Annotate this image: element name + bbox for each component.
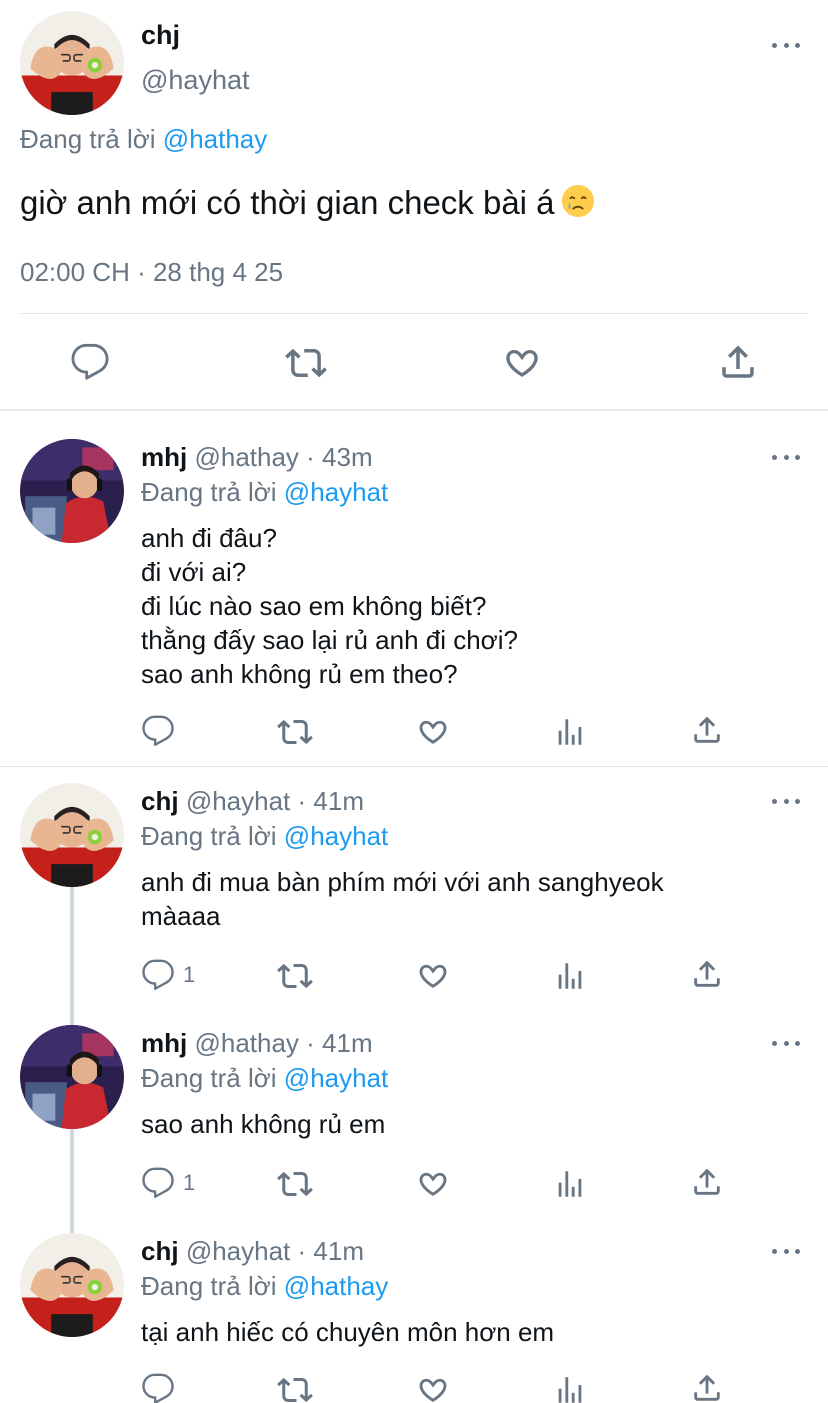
tweet-actions: 1	[0, 956, 828, 996]
analytics-icon[interactable]	[553, 959, 587, 993]
reply-header: chj @hayhat · 41m	[141, 786, 364, 817]
crying-face-icon	[561, 184, 594, 218]
reply-line: thằng đấy sao lại rủ anh đi chơi?	[141, 625, 518, 655]
more-icon[interactable]	[772, 796, 800, 806]
retweet-icon[interactable]	[277, 1166, 313, 1202]
reply-icon[interactable]	[70, 342, 110, 382]
reply-text: tại anh hiếc có chuyên môn hơn em	[141, 1315, 554, 1349]
retweet-icon[interactable]	[277, 958, 313, 994]
replying-prefix: Đang trả lời	[20, 124, 156, 154]
like-icon[interactable]	[415, 1372, 451, 1403]
reply-header: mhj @hathay · 43m	[141, 442, 373, 473]
like-icon[interactable]	[415, 714, 451, 750]
replying-prefix: Đang trả lời	[141, 821, 277, 851]
share-icon[interactable]	[690, 1371, 724, 1403]
section-divider	[0, 409, 828, 411]
reply-icon[interactable]: 1	[141, 1166, 195, 1200]
replying-to-link[interactable]: @hathay	[163, 124, 267, 154]
reply-tweet[interactable]: chj @hayhat · 41m Đang trả lời @hathay t…	[0, 1224, 828, 1403]
reply-tweet[interactable]: mhj @hathay · 41m Đang trả lời @hayhat s…	[0, 1016, 828, 1226]
reply-header: chj @hayhat · 41m	[141, 1236, 364, 1267]
display-name[interactable]: mhj	[141, 1028, 187, 1058]
reply-tweet[interactable]: chj @hayhat · 41m Đang trả lời @hayhat a…	[0, 774, 828, 1014]
retweet-icon[interactable]	[285, 342, 327, 384]
display-name[interactable]: mhj	[141, 442, 187, 472]
share-icon[interactable]	[690, 713, 724, 747]
like-icon[interactable]	[501, 342, 543, 384]
reply-time: · 41m	[297, 1236, 364, 1266]
replying-to-link[interactable]: @hathay	[284, 1271, 388, 1301]
tweet-timestamp[interactable]: 02:00 CH · 28 thg 4 25	[20, 257, 283, 288]
retweet-icon[interactable]	[277, 714, 313, 750]
display-name[interactable]: chj	[141, 786, 179, 816]
reply-line: anh đi mua bàn phím mới với anh sanghyeo…	[141, 867, 664, 897]
reply-line: đi với ai?	[141, 557, 247, 587]
tweet-text: giờ anh mới có thời gian check bài á	[20, 182, 595, 224]
tweet-actions	[0, 336, 828, 390]
analytics-icon[interactable]	[553, 1167, 587, 1201]
reply-text: sao anh không rủ em	[141, 1107, 385, 1141]
reply-count: 1	[183, 1170, 196, 1195]
reply-time: · 41m	[306, 1028, 373, 1058]
tweet-text-content: giờ anh mới có thời gian check bài á	[20, 184, 555, 221]
like-icon[interactable]	[415, 958, 451, 994]
divider	[0, 766, 828, 767]
replying-prefix: Đang trả lời	[141, 1271, 277, 1301]
retweet-icon[interactable]	[277, 1372, 313, 1403]
reply-line: tại anh hiếc có chuyên môn hơn em	[141, 1317, 555, 1347]
more-icon[interactable]	[772, 40, 800, 50]
user-handle[interactable]: @hayhat	[141, 65, 249, 96]
replying-to: Đang trả lời @hayhat	[141, 821, 388, 852]
reply-time: · 43m	[306, 442, 373, 472]
reply-icon[interactable]	[141, 1372, 183, 1403]
replying-to-link[interactable]: @hayhat	[284, 477, 388, 507]
divider	[20, 313, 808, 314]
tweet-actions	[0, 1370, 828, 1403]
reply-icon[interactable]	[141, 714, 183, 748]
share-icon[interactable]	[690, 957, 724, 991]
replying-to: Đang trả lời @hathay	[20, 124, 267, 155]
analytics-icon[interactable]	[553, 715, 587, 749]
reply-text: anh đi đâu? đi với ai? đi lúc nào sao em…	[141, 521, 518, 691]
share-icon[interactable]	[717, 341, 759, 383]
analytics-icon[interactable]	[553, 1373, 587, 1403]
reply-line: đi lúc nào sao em không biết?	[141, 591, 487, 621]
user-handle[interactable]: @hathay	[194, 1028, 298, 1058]
replying-to: Đang trả lời @hayhat	[141, 1063, 388, 1094]
user-handle[interactable]: @hayhat	[186, 1236, 290, 1266]
like-icon[interactable]	[415, 1166, 451, 1202]
replying-to-link[interactable]: @hayhat	[284, 1063, 388, 1093]
replying-prefix: Đang trả lời	[141, 477, 277, 507]
reply-line: màaaa	[141, 901, 221, 931]
display-name[interactable]: chj	[141, 1236, 179, 1266]
share-icon[interactable]	[690, 1165, 724, 1199]
reply-line: sao anh không rủ em	[141, 1109, 386, 1139]
avatar[interactable]	[20, 1025, 124, 1129]
avatar[interactable]	[20, 439, 124, 543]
reply-tweet[interactable]: mhj @hathay · 43m Đang trả lời @hayhat a…	[0, 430, 828, 765]
display-name[interactable]: chj	[141, 20, 180, 51]
main-tweet: chj @hayhat Đang trả lời @hathay giờ anh…	[0, 0, 828, 410]
reply-line: sao anh không rủ em theo?	[141, 659, 458, 689]
more-icon[interactable]	[772, 1246, 800, 1256]
user-handle[interactable]: @hayhat	[186, 786, 290, 816]
reply-line: anh đi đâu?	[141, 523, 277, 553]
more-icon[interactable]	[772, 452, 800, 462]
reply-header: mhj @hathay · 41m	[141, 1028, 373, 1059]
reply-time: · 41m	[297, 786, 364, 816]
avatar[interactable]	[20, 783, 124, 887]
replying-to-link[interactable]: @hayhat	[284, 821, 388, 851]
avatar[interactable]	[20, 11, 124, 115]
avatar[interactable]	[20, 1233, 124, 1337]
replying-to: Đang trả lời @hayhat	[141, 477, 388, 508]
reply-text: anh đi mua bàn phím mới với anh sanghyeo…	[141, 865, 664, 933]
reply-count: 1	[183, 962, 196, 987]
reply-icon[interactable]: 1	[141, 958, 195, 992]
tweet-actions: 1	[0, 1164, 828, 1204]
tweet-actions	[0, 712, 828, 752]
replying-prefix: Đang trả lời	[141, 1063, 277, 1093]
replying-to: Đang trả lời @hathay	[141, 1271, 388, 1302]
user-handle[interactable]: @hathay	[194, 442, 298, 472]
more-icon[interactable]	[772, 1038, 800, 1048]
